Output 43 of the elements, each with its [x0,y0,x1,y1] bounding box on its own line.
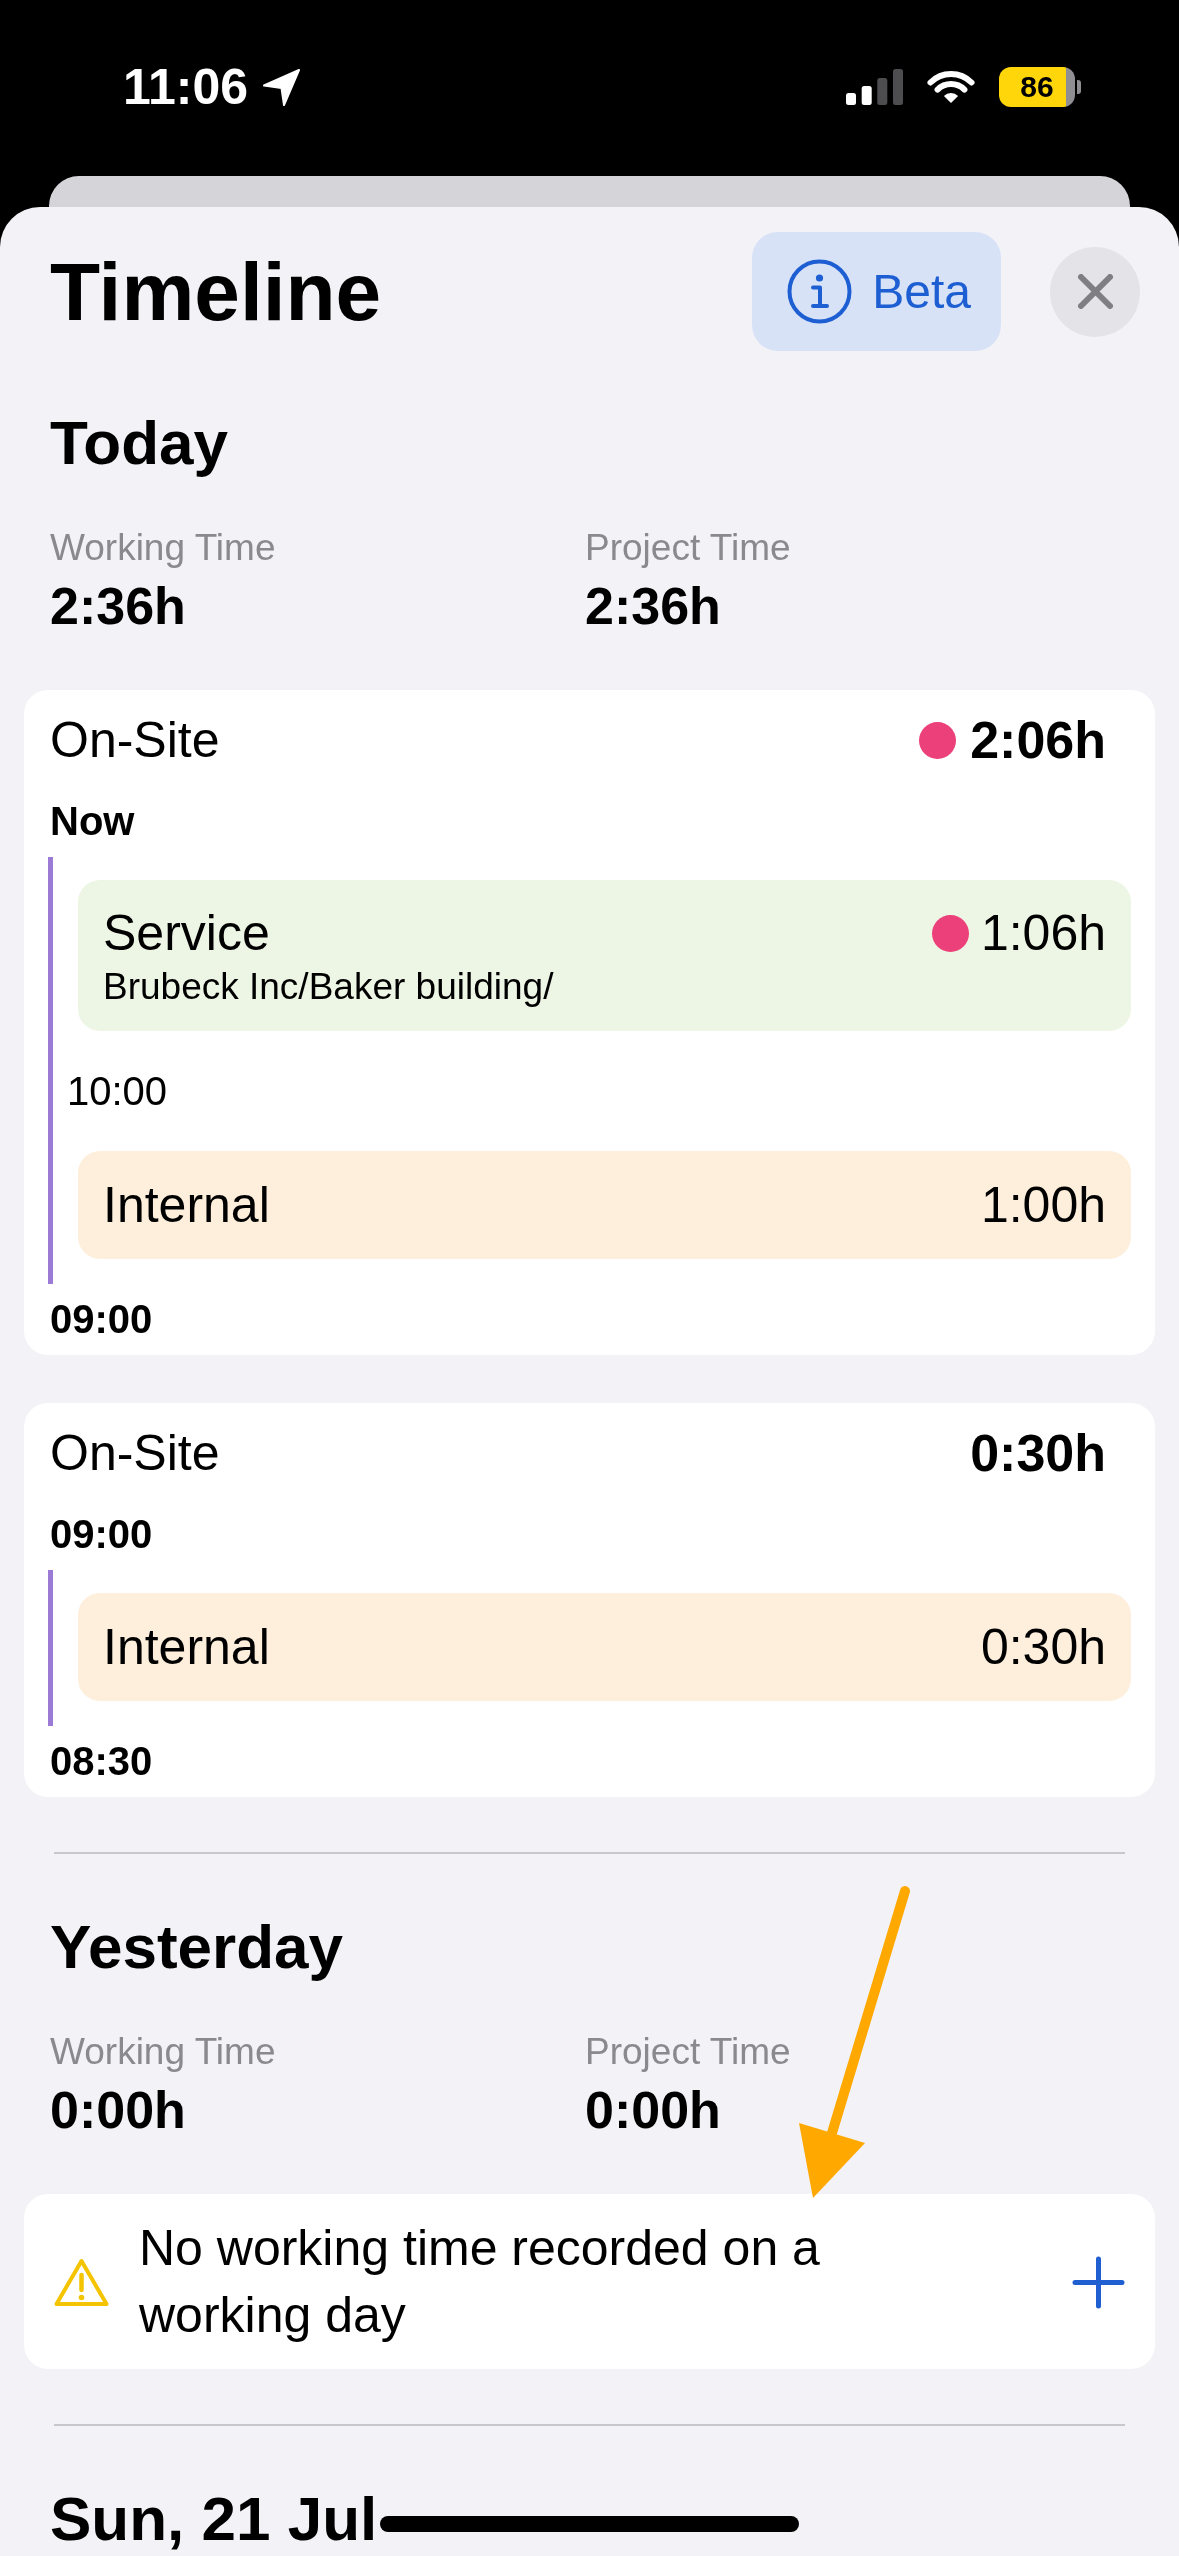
status-time: 11:06 [123,63,249,111]
section-heading: Sun, 21 Jul [50,2486,378,2552]
battery-indicator: 86 [999,67,1081,107]
stat-label: Project Time [585,526,791,570]
section-heading: Today [50,410,228,476]
warning-icon [54,2257,109,2307]
entry-duration: 1:06h [980,904,1106,963]
session-title: On-Site [50,711,220,770]
time-entry[interactable]: Internal 1:00h [78,1151,1131,1259]
stat-label: Working Time [50,526,276,570]
plus-icon [1072,2255,1125,2309]
stat-label: Project Time [585,2030,791,2074]
add-button[interactable] [1072,2255,1125,2309]
warning-message: No working time recorded on a working day [139,2219,821,2345]
session-title: On-Site [50,1424,220,1483]
entry-duration: 1:00h [980,1176,1106,1235]
beta-button[interactable]: Beta [752,232,1001,351]
time-marker: 08:30 [50,1738,153,1785]
close-icon [1077,274,1113,309]
time-entry[interactable]: Service 1:06h Brubeck Inc/Baker building/ [78,880,1131,1031]
session-total: 2:06h [970,710,1106,770]
stat-value: 2:36h [50,576,186,637]
stat-value: 0:00h [50,2080,186,2141]
section-heading: Yesterday [50,1914,343,1980]
page-title: Timeline [50,244,382,339]
wifi-icon [925,69,977,105]
entry-path: Brubeck Inc/Baker building/ [103,965,554,1009]
entry-duration: 0:30h [980,1618,1106,1677]
time-marker: 09:00 [50,1511,153,1558]
signal-icon [846,69,903,105]
time-entry[interactable]: Internal 0:30h [78,1593,1131,1701]
stat-value: 0:00h [585,2080,721,2141]
time-marker: 09:00 [50,1296,153,1343]
session-total: 0:30h [970,1423,1106,1483]
entry-title: Service [103,904,270,963]
time-marker: 10:00 [67,1068,168,1115]
stat-value: 2:36h [585,576,721,637]
stat-label: Working Time [50,2030,276,2074]
info-icon [787,259,853,324]
entry-title: Internal [103,1618,270,1677]
location-arrow-icon [262,67,302,107]
entry-title: Internal [103,1176,270,1235]
time-marker: Now [50,798,135,845]
